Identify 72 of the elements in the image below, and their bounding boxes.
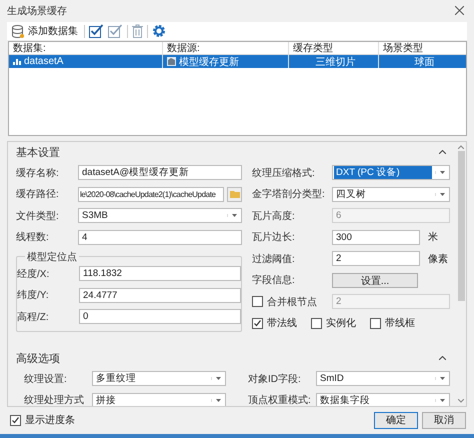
checkbox-label: 合并根节点 — [267, 296, 317, 309]
settings-icon[interactable] — [152, 24, 166, 38]
scroll-down-icon[interactable] — [458, 399, 464, 403]
field-label: 瓦片边长: — [252, 230, 296, 244]
checkbox-label: 显示进度条 — [25, 414, 75, 427]
section-title: 高级选项 — [16, 352, 60, 366]
input-field[interactable]: 0 — [79, 309, 241, 324]
input-field[interactable]: 300 — [332, 230, 420, 245]
collapse-icon[interactable] — [439, 150, 446, 154]
column-header[interactable]: 缓存类型 — [288, 42, 378, 54]
field-label: 高程/Z: — [17, 310, 50, 324]
dropdown-field[interactable]: 多重纹理 — [92, 371, 226, 386]
field-label: 缓存路径: — [16, 188, 60, 202]
path-field[interactable]: le\2020-08\cacheUpdate2(1)\cacheUpdate — [78, 186, 224, 202]
table-cell-text: 模型缓存更新 — [179, 56, 239, 68]
checkmark-box-icon[interactable] — [89, 24, 104, 38]
dropdown-field[interactable]: S3MB — [78, 208, 242, 224]
folder-icon — [230, 190, 240, 198]
dialog-button[interactable]: 取消 — [422, 412, 466, 428]
column-header[interactable]: 数据源: — [162, 42, 288, 54]
section-title: 基本设置 — [16, 146, 60, 160]
window-title: 生成场景缓存 — [7, 4, 67, 18]
field-label: 对象ID字段: — [248, 372, 302, 386]
group-title: 模型定位点 — [25, 250, 79, 264]
table-row[interactable]: datasetA 模型缓存更新 三维切片 球面 — [9, 55, 466, 68]
field-label: 纹理设置: — [24, 372, 68, 386]
checkbox-label: 带法线 — [267, 316, 297, 330]
dropdown-field[interactable]: 拼接 — [92, 392, 226, 406]
input-field[interactable]: 118.1832 — [79, 266, 241, 282]
field-label: 缓存名称: — [16, 166, 60, 180]
checkbox[interactable] — [311, 318, 322, 329]
checkbox[interactable] — [252, 318, 263, 329]
field-label: 纹理压缩格式: — [252, 166, 316, 180]
field-label: 文件类型: — [16, 210, 60, 223]
field-label: 过滤阈值: — [252, 252, 296, 266]
unit-label: 米 — [428, 230, 439, 244]
column-header[interactable]: 数据集: — [9, 42, 162, 54]
collapse-icon[interactable] — [439, 356, 446, 360]
settings-button[interactable]: 设置... — [332, 272, 418, 288]
field-label: 纬度/Y: — [17, 288, 50, 302]
checkbox-label: 带线框 — [385, 316, 415, 330]
field-label: 线程数: — [16, 230, 50, 244]
input-field[interactable]: 4 — [78, 230, 242, 245]
table-cell-text: 球面 — [414, 56, 434, 68]
checkbox[interactable] — [10, 414, 21, 426]
field-label: 字段信息: — [252, 274, 296, 288]
model-icon — [167, 57, 176, 66]
database-icon — [12, 24, 24, 38]
field-label: 纹理处理方式 — [24, 394, 85, 406]
checkbox[interactable] — [370, 318, 381, 329]
dropdown-field[interactable]: DXT (PC 设备) — [332, 165, 450, 180]
dropdown-field[interactable]: 数据集字段 — [316, 392, 450, 406]
input-field[interactable]: 24.4777 — [79, 288, 241, 303]
field-label: 经度/X: — [17, 268, 50, 281]
field-label: 顶点权重模式: — [248, 394, 312, 406]
bar-chart-icon — [13, 58, 21, 65]
dropdown-field[interactable]: 四叉树 — [332, 186, 450, 202]
checkmark-box-icon[interactable] — [108, 24, 123, 38]
scroll-up-icon[interactable] — [458, 145, 464, 149]
field-label: 瓦片高度: — [252, 210, 296, 223]
checkbox-label: 实例化 — [326, 316, 356, 330]
table-cell: datasetA — [24, 56, 64, 67]
add-dataset-button[interactable]: 添加数据集 — [10, 24, 80, 38]
field-label: 金字塔剖分类型: — [252, 188, 326, 202]
column-header[interactable]: 场景类型 — [378, 42, 466, 54]
dropdown-field[interactable]: SmID — [316, 371, 450, 386]
unit-label: 像素 — [428, 252, 449, 266]
close-icon[interactable] — [455, 6, 464, 15]
input-field[interactable]: 2 — [332, 251, 420, 266]
dialog-button[interactable]: 确定 — [374, 412, 418, 428]
table-cell-text: 三维切片 — [316, 56, 356, 68]
input-field[interactable]: datasetA@模型缓存更新 — [78, 165, 242, 180]
